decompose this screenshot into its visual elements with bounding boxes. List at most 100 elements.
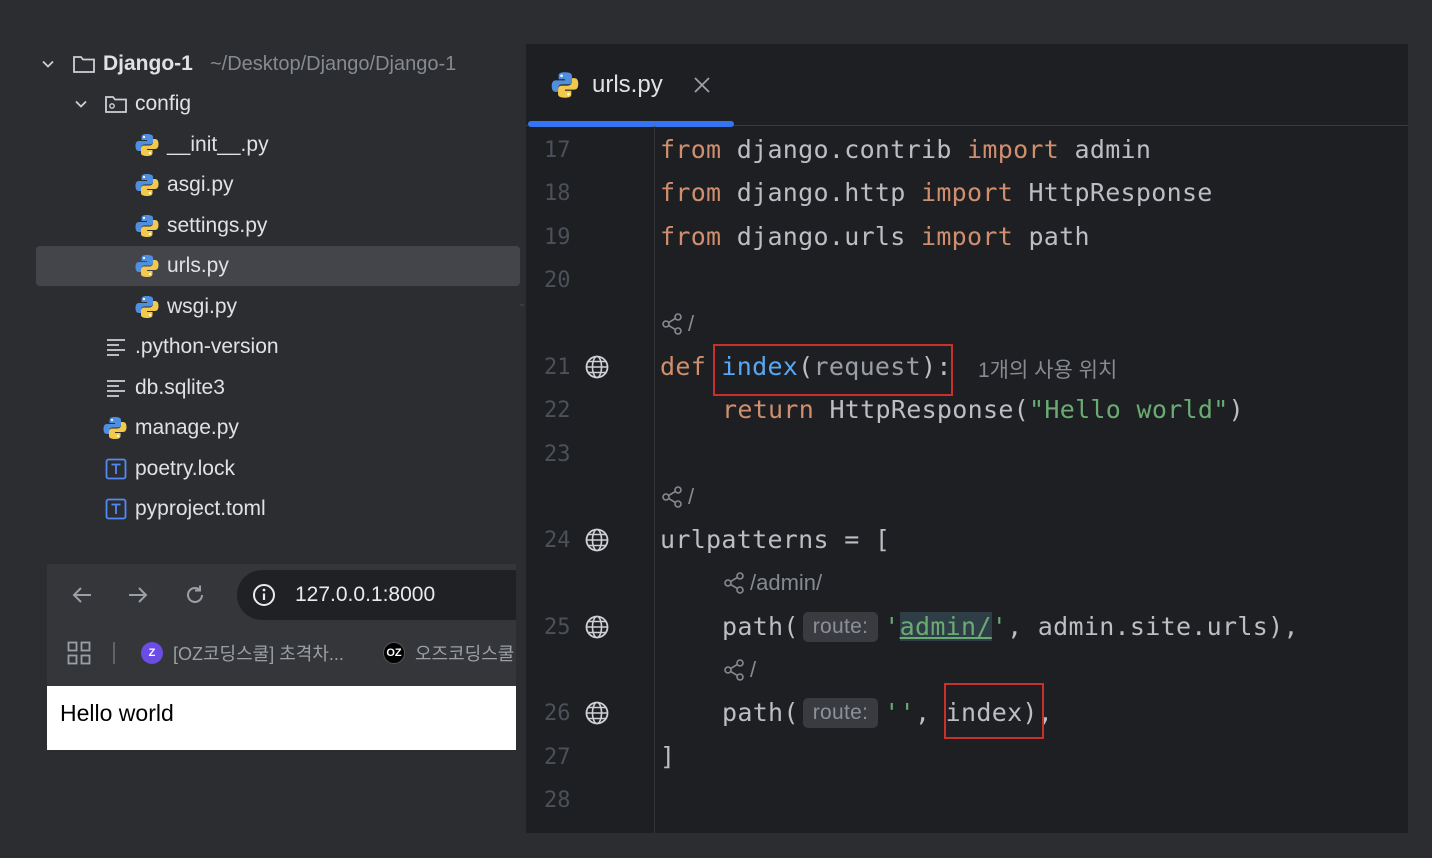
- tree-file[interactable]: db.sqlite3: [36, 368, 520, 408]
- endpoint-path: /: [688, 311, 695, 336]
- url-text[interactable]: 127.0.0.1:8000: [295, 583, 435, 607]
- tree-file[interactable]: settings.py: [36, 206, 520, 246]
- text-file-icon: [103, 334, 129, 360]
- usage-hint[interactable]: 1개의 사용 위치: [978, 354, 1117, 384]
- keyword: import: [967, 135, 1060, 164]
- import-name: HttpResponse: [1013, 178, 1213, 207]
- call: HttpResponse(: [814, 395, 1030, 424]
- globe-icon[interactable]: [584, 614, 610, 640]
- code-text: ]: [660, 742, 676, 771]
- tree-file[interactable]: wsgi.py: [36, 287, 520, 327]
- tab-urls-py[interactable]: urls.py: [526, 44, 734, 127]
- line-number: 20: [544, 268, 571, 293]
- tree-root-django-1[interactable]: Django-1 ~/Desktop/Django/Django-1: [36, 44, 520, 84]
- line-number: 24: [544, 528, 571, 553]
- keyword: import: [920, 222, 1014, 251]
- tree-file[interactable]: manage.py: [36, 408, 520, 448]
- chevron-down-icon[interactable]: [73, 96, 89, 112]
- import-name: admin: [1059, 135, 1152, 164]
- code-line-22[interactable]: return HttpResponse("Hello world"): [722, 395, 1244, 424]
- line-number: 18: [544, 181, 571, 206]
- endpoint-hint[interactable]: /admin/: [722, 570, 822, 596]
- package-folder-icon: [103, 91, 129, 117]
- forward-arrow-icon[interactable]: [125, 582, 151, 608]
- keyword: return: [722, 395, 815, 424]
- keyword: import: [920, 178, 1014, 207]
- call: path(: [722, 612, 799, 641]
- globe-icon[interactable]: [584, 700, 610, 726]
- line-number: 21: [544, 355, 571, 380]
- tree-file[interactable]: asgi.py: [36, 165, 520, 205]
- line-number: 28: [544, 788, 571, 813]
- python-file-icon: [134, 172, 160, 198]
- code-line-27[interactable]: ]: [660, 742, 675, 771]
- tree-file-selected[interactable]: urls.py: [36, 246, 520, 286]
- close-icon[interactable]: [690, 73, 714, 97]
- python-file-icon: [102, 415, 128, 441]
- bookmark-oz-coding-school-course[interactable]: Z [OZ코딩스쿨] 초격차...: [141, 640, 344, 666]
- inlay-hint: route:: [802, 698, 879, 728]
- keyword: from: [660, 135, 722, 164]
- code-line-17[interactable]: from django.contrib import admin: [660, 135, 1151, 164]
- code-line-24[interactable]: urlpatterns = [: [660, 525, 890, 554]
- code-line-19[interactable]: from django.urls import path: [660, 222, 1090, 251]
- tree-item-label: asgi.py: [167, 173, 234, 196]
- code-line-25[interactable]: path(route:'admin/', admin.site.urls),: [722, 612, 1299, 644]
- highlight-box-index-definition: [713, 344, 953, 396]
- python-file-icon: [134, 253, 160, 279]
- url-link[interactable]: admin/: [899, 612, 992, 641]
- endpoint-path: /: [750, 657, 757, 682]
- line-number: 22: [544, 398, 571, 423]
- root-folder-path: ~/Desktop/Django/Django-1: [210, 52, 457, 75]
- endpoint-share-icon: [724, 572, 744, 594]
- site-info-icon[interactable]: [251, 582, 277, 608]
- chevron-down-icon[interactable]: [40, 56, 56, 72]
- endpoint-hint[interactable]: /: [722, 657, 756, 683]
- code-text: urlpatterns = [: [660, 525, 891, 554]
- bookmark-label: [OZ코딩스쿨] 초격차...: [173, 644, 344, 664]
- tree-item-label: settings.py: [167, 214, 268, 237]
- code-text: , admin.site.urls),: [1007, 612, 1299, 641]
- back-arrow-icon[interactable]: [69, 582, 95, 608]
- oz-purple-icon: Z: [141, 642, 163, 664]
- bookmarks-bar: Z [OZ코딩스쿨] 초격차... OZ 오즈코딩스쿨: [47, 632, 516, 672]
- reload-icon[interactable]: [182, 582, 208, 608]
- endpoint-hint[interactable]: /: [660, 484, 694, 510]
- tree-file[interactable]: .python-version: [36, 327, 520, 367]
- bookmark-label: 오즈코딩스쿨: [415, 644, 515, 664]
- tree-item-label: wsgi.py: [167, 295, 238, 318]
- paren: ): [1228, 395, 1244, 424]
- highlight-box-index-reference: [944, 683, 1044, 739]
- globe-icon[interactable]: [584, 354, 610, 380]
- string-quote: ': [884, 612, 900, 641]
- module-name: django.contrib: [721, 135, 968, 164]
- tree-file[interactable]: pyproject.toml: [36, 489, 520, 529]
- tree-file[interactable]: __init__.py: [36, 125, 520, 165]
- folder-icon: [71, 51, 97, 77]
- endpoint-hint[interactable]: /: [660, 311, 694, 337]
- inlay-hint: route:: [802, 612, 879, 642]
- tree-file[interactable]: poetry.lock: [36, 449, 520, 489]
- oz-black-icon: OZ: [383, 642, 405, 664]
- code-editor: urls.py 17 18 19 20 21 22 23 24 25 26 27…: [526, 44, 1408, 833]
- module-name: django.urls: [721, 222, 921, 251]
- call: path(: [722, 698, 799, 727]
- project-tree: Django-1 ~/Desktop/Django/Django-1 confi…: [0, 44, 522, 534]
- bookmark-oz-coding-school[interactable]: OZ 오즈코딩스쿨: [383, 640, 514, 666]
- address-bar[interactable]: 127.0.0.1:8000: [237, 570, 516, 620]
- tree-folder-config[interactable]: config: [36, 84, 520, 124]
- page-text: Hello world: [60, 700, 174, 726]
- tree-item-label: config: [135, 92, 192, 115]
- code-line-18[interactable]: from django.http import HttpResponse: [660, 178, 1213, 207]
- globe-icon[interactable]: [584, 527, 610, 553]
- toml-file-icon: [103, 496, 129, 522]
- text-file-icon: [103, 375, 129, 401]
- apps-grid-icon[interactable]: [67, 641, 91, 665]
- tree-item-label: .python-version: [135, 335, 279, 358]
- tree-item-label: manage.py: [135, 416, 239, 439]
- string-quote: ': [991, 612, 1008, 641]
- line-number: 25: [544, 615, 571, 640]
- endpoint-share-icon: [662, 313, 682, 335]
- keyword: from: [660, 178, 722, 207]
- browser-page-content: Hello world: [47, 686, 516, 750]
